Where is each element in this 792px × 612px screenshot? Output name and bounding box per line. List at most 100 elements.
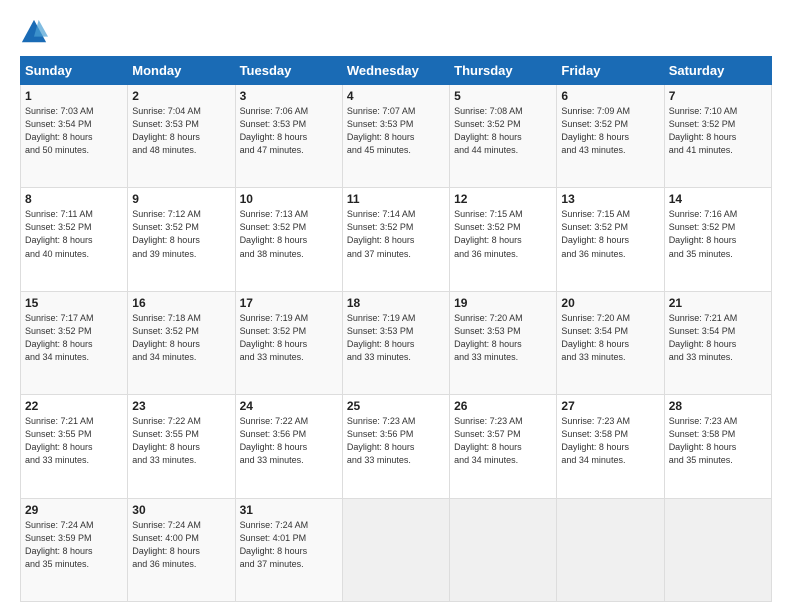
calendar-week-2: 8 Sunrise: 7:11 AMSunset: 3:52 PMDaylight… (21, 188, 772, 291)
day-number: 7 (669, 89, 767, 103)
day-info: Sunrise: 7:12 AMSunset: 3:52 PMDaylight:… (132, 208, 230, 260)
day-info: Sunrise: 7:16 AMSunset: 3:52 PMDaylight:… (669, 208, 767, 260)
day-number: 24 (240, 399, 338, 413)
day-number: 22 (25, 399, 123, 413)
day-number: 6 (561, 89, 659, 103)
day-info: Sunrise: 7:15 AMSunset: 3:52 PMDaylight:… (454, 208, 552, 260)
day-info: Sunrise: 7:13 AMSunset: 3:52 PMDaylight:… (240, 208, 338, 260)
calendar-header-sunday: Sunday (21, 57, 128, 85)
calendar-cell: 27 Sunrise: 7:23 AMSunset: 3:58 PMDayligh… (557, 395, 664, 498)
day-info: Sunrise: 7:06 AMSunset: 3:53 PMDaylight:… (240, 105, 338, 157)
calendar-week-1: 1Sunrise: 7:03 AMSunset: 3:54 PMDaylight… (21, 85, 772, 188)
calendar-cell (664, 498, 771, 601)
day-number: 18 (347, 296, 445, 310)
day-info: Sunrise: 7:23 AMSunset: 3:57 PMDaylight:… (454, 415, 552, 467)
day-info: Sunrise: 7:14 AMSunset: 3:52 PMDaylight:… (347, 208, 445, 260)
calendar-cell: 12 Sunrise: 7:15 AMSunset: 3:52 PMDayligh… (450, 188, 557, 291)
day-info: Sunrise: 7:11 AMSunset: 3:52 PMDaylight:… (25, 208, 123, 260)
day-number: 21 (669, 296, 767, 310)
calendar-cell: 21 Sunrise: 7:21 AMSunset: 3:54 PMDayligh… (664, 291, 771, 394)
day-info: Sunrise: 7:22 AMSunset: 3:55 PMDaylight:… (132, 415, 230, 467)
calendar-cell: 23 Sunrise: 7:22 AMSunset: 3:55 PMDayligh… (128, 395, 235, 498)
calendar-cell: 13 Sunrise: 7:15 AMSunset: 3:52 PMDayligh… (557, 188, 664, 291)
day-info: Sunrise: 7:23 AMSunset: 3:58 PMDaylight:… (561, 415, 659, 467)
logo (20, 18, 52, 46)
day-number: 16 (132, 296, 230, 310)
calendar-cell: 14 Sunrise: 7:16 AMSunset: 3:52 PMDayligh… (664, 188, 771, 291)
day-number: 10 (240, 192, 338, 206)
calendar-cell: 11Sunrise: 7:14 AMSunset: 3:52 PMDayligh… (342, 188, 449, 291)
day-number: 19 (454, 296, 552, 310)
day-number: 20 (561, 296, 659, 310)
day-info: Sunrise: 7:21 AMSunset: 3:54 PMDaylight:… (669, 312, 767, 364)
day-info: Sunrise: 7:19 AMSunset: 3:52 PMDaylight:… (240, 312, 338, 364)
day-number: 14 (669, 192, 767, 206)
day-number: 29 (25, 503, 123, 517)
calendar-header-friday: Friday (557, 57, 664, 85)
calendar-cell: 18 Sunrise: 7:19 AMSunset: 3:53 PMDayligh… (342, 291, 449, 394)
calendar-header-row: SundayMondayTuesdayWednesdayThursdayFrid… (21, 57, 772, 85)
calendar-cell: 20 Sunrise: 7:20 AMSunset: 3:54 PMDayligh… (557, 291, 664, 394)
calendar-cell: 19 Sunrise: 7:20 AMSunset: 3:53 PMDayligh… (450, 291, 557, 394)
calendar-cell: 8 Sunrise: 7:11 AMSunset: 3:52 PMDaylight… (21, 188, 128, 291)
day-info: Sunrise: 7:24 AMSunset: 4:00 PMDaylight:… (132, 519, 230, 571)
day-number: 25 (347, 399, 445, 413)
calendar-cell: 31 Sunrise: 7:24 AMSunset: 4:01 PMDayligh… (235, 498, 342, 601)
day-number: 31 (240, 503, 338, 517)
calendar-week-3: 15 Sunrise: 7:17 AMSunset: 3:52 PMDayligh… (21, 291, 772, 394)
calendar-cell: 2 Sunrise: 7:04 AMSunset: 3:53 PMDaylight… (128, 85, 235, 188)
calendar-cell: 25 Sunrise: 7:23 AMSunset: 3:56 PMDayligh… (342, 395, 449, 498)
logo-icon (20, 18, 48, 46)
day-number: 8 (25, 192, 123, 206)
day-number: 5 (454, 89, 552, 103)
day-info: Sunrise: 7:03 AMSunset: 3:54 PMDaylight:… (25, 105, 123, 157)
day-number: 2 (132, 89, 230, 103)
day-info: Sunrise: 7:24 AMSunset: 4:01 PMDaylight:… (240, 519, 338, 571)
day-number: 15 (25, 296, 123, 310)
day-info: Sunrise: 7:17 AMSunset: 3:52 PMDaylight:… (25, 312, 123, 364)
day-number: 3 (240, 89, 338, 103)
calendar-cell (557, 498, 664, 601)
calendar-cell: 3 Sunrise: 7:06 AMSunset: 3:53 PMDaylight… (235, 85, 342, 188)
day-number: 4 (347, 89, 445, 103)
calendar-cell: 6 Sunrise: 7:09 AMSunset: 3:52 PMDaylight… (557, 85, 664, 188)
day-info: Sunrise: 7:19 AMSunset: 3:53 PMDaylight:… (347, 312, 445, 364)
page: SundayMondayTuesdayWednesdayThursdayFrid… (0, 0, 792, 612)
calendar-cell: 15 Sunrise: 7:17 AMSunset: 3:52 PMDayligh… (21, 291, 128, 394)
day-number: 30 (132, 503, 230, 517)
calendar-header-tuesday: Tuesday (235, 57, 342, 85)
day-info: Sunrise: 7:24 AMSunset: 3:59 PMDaylight:… (25, 519, 123, 571)
calendar-cell: 7 Sunrise: 7:10 AMSunset: 3:52 PMDaylight… (664, 85, 771, 188)
day-number: 27 (561, 399, 659, 413)
day-info: Sunrise: 7:22 AMSunset: 3:56 PMDaylight:… (240, 415, 338, 467)
day-info: Sunrise: 7:21 AMSunset: 3:55 PMDaylight:… (25, 415, 123, 467)
calendar-cell: 17 Sunrise: 7:19 AMSunset: 3:52 PMDayligh… (235, 291, 342, 394)
calendar-cell (450, 498, 557, 601)
calendar-cell: 16Sunrise: 7:18 AMSunset: 3:52 PMDayligh… (128, 291, 235, 394)
calendar-cell: 30 Sunrise: 7:24 AMSunset: 4:00 PMDayligh… (128, 498, 235, 601)
calendar-cell: 5 Sunrise: 7:08 AMSunset: 3:52 PMDaylight… (450, 85, 557, 188)
calendar-cell: 29 Sunrise: 7:24 AMSunset: 3:59 PMDayligh… (21, 498, 128, 601)
day-number: 13 (561, 192, 659, 206)
day-info: Sunrise: 7:04 AMSunset: 3:53 PMDaylight:… (132, 105, 230, 157)
calendar-cell (342, 498, 449, 601)
calendar-cell: 26Sunrise: 7:23 AMSunset: 3:57 PMDayligh… (450, 395, 557, 498)
calendar-cell: 9Sunrise: 7:12 AMSunset: 3:52 PMDaylight… (128, 188, 235, 291)
calendar-table: SundayMondayTuesdayWednesdayThursdayFrid… (20, 56, 772, 602)
calendar-header-wednesday: Wednesday (342, 57, 449, 85)
calendar-week-5: 29 Sunrise: 7:24 AMSunset: 3:59 PMDayligh… (21, 498, 772, 601)
day-info: Sunrise: 7:07 AMSunset: 3:53 PMDaylight:… (347, 105, 445, 157)
day-number: 17 (240, 296, 338, 310)
day-info: Sunrise: 7:09 AMSunset: 3:52 PMDaylight:… (561, 105, 659, 157)
day-info: Sunrise: 7:08 AMSunset: 3:52 PMDaylight:… (454, 105, 552, 157)
day-number: 28 (669, 399, 767, 413)
day-info: Sunrise: 7:23 AMSunset: 3:56 PMDaylight:… (347, 415, 445, 467)
calendar-week-4: 22 Sunrise: 7:21 AMSunset: 3:55 PMDayligh… (21, 395, 772, 498)
day-number: 12 (454, 192, 552, 206)
calendar-cell: 28Sunrise: 7:23 AMSunset: 3:58 PMDayligh… (664, 395, 771, 498)
day-info: Sunrise: 7:20 AMSunset: 3:54 PMDaylight:… (561, 312, 659, 364)
day-info: Sunrise: 7:15 AMSunset: 3:52 PMDaylight:… (561, 208, 659, 260)
day-info: Sunrise: 7:10 AMSunset: 3:52 PMDaylight:… (669, 105, 767, 157)
day-info: Sunrise: 7:20 AMSunset: 3:53 PMDaylight:… (454, 312, 552, 364)
day-number: 23 (132, 399, 230, 413)
